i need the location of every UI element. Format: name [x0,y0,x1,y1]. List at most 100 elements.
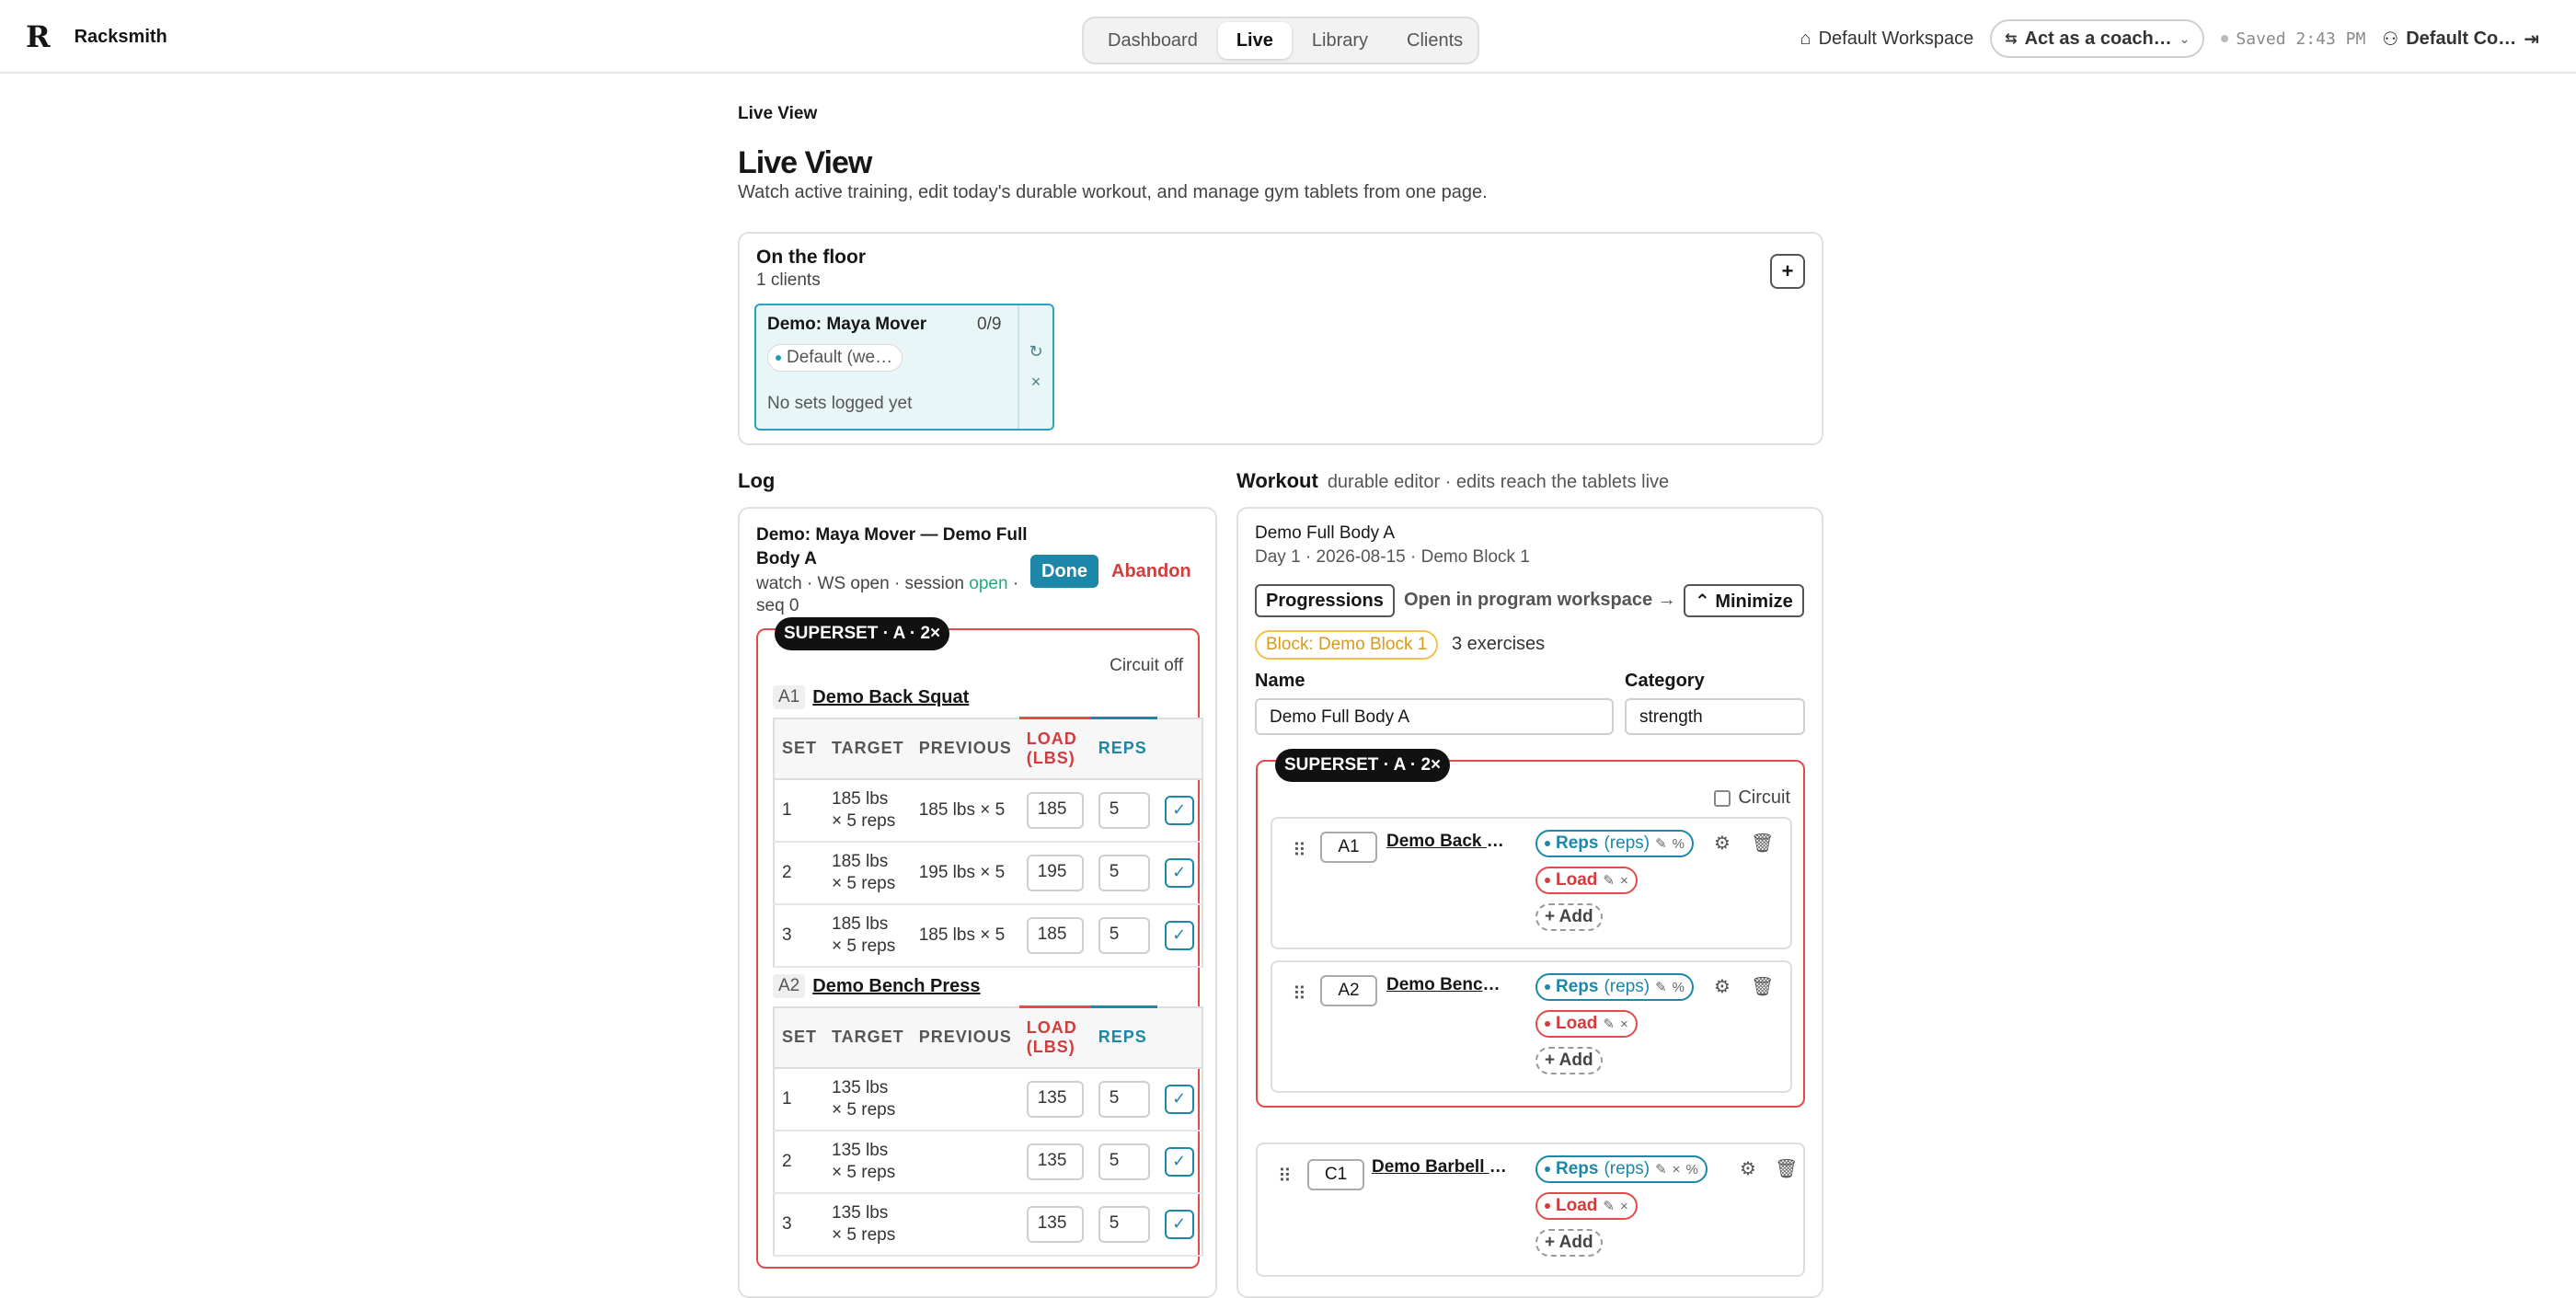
abandon-button[interactable]: Abandon [1111,561,1191,582]
tab-library[interactable]: Library [1294,22,1386,59]
exercise-name-link[interactable]: Demo Back S… [1386,832,1510,852]
target-reps: × 5 reps [832,1099,896,1120]
reps-input[interactable]: 5 [1098,916,1150,954]
exercise-name-link[interactable]: Demo Barbell R… [1372,1157,1519,1177]
done-button[interactable]: Done [1030,555,1098,588]
exercise-name-link[interactable]: Demo Bench … [1386,975,1510,995]
circuit-status: Circuit off [1110,656,1183,675]
edit-icon[interactable]: ✎ [1655,1161,1667,1177]
reps-input[interactable]: 5 [1098,791,1150,829]
logout-icon[interactable]: ⇥ [2524,28,2539,51]
superset-badge: SUPERSET · A · 2× [775,617,950,650]
trash-icon[interactable]: 🗑 [1775,1157,1798,1180]
set-number: 3 [774,903,825,968]
brand-logo: R [26,19,51,54]
refresh-icon[interactable]: ↻ [1029,342,1042,362]
exercise-count: 3 exercises [1452,634,1546,654]
chevron-down-icon: ⌄ [2179,30,2191,46]
load-input[interactable]: 185 [1026,791,1084,829]
edit-icon[interactable]: ✎ [1655,835,1667,852]
coach-select[interactable]: ⇆ Act as a coach… ⌄ [1990,19,2205,58]
load-input[interactable]: 135 [1026,1080,1084,1118]
remove-icon[interactable]: × [1620,873,1628,889]
edit-icon[interactable]: ✎ [1603,1016,1615,1032]
reps-input[interactable]: 5 [1098,854,1150,891]
floor-count: 1 clients [756,270,821,290]
progressions-button[interactable]: Progressions [1255,584,1395,617]
load-input[interactable]: 195 [1026,854,1084,891]
add-metric-button[interactable]: + Add [1535,1047,1603,1074]
percent-icon[interactable]: % [1673,980,1685,995]
settings-icon[interactable]: ⚙ [1714,832,1731,855]
check-icon[interactable]: ✓ [1164,857,1194,888]
close-icon[interactable]: × [1031,373,1041,392]
brand[interactable]: R Racksmith [26,22,167,52]
open-program-link[interactable]: Open in program workspace → [1404,590,1676,611]
edit-icon[interactable]: ✎ [1603,872,1615,889]
percent-icon[interactable]: % [1685,1162,1697,1177]
breadcrumb[interactable]: Live View [738,104,817,124]
slot-input[interactable]: A2 [1320,975,1377,1006]
slot-input[interactable]: A1 [1320,832,1377,863]
plus-icon: + [1781,259,1794,282]
check-icon[interactable]: ✓ [1164,920,1194,950]
col-load: LOAD (LBS) [1018,717,1091,780]
drag-handle-icon[interactable]: ⠿ [1293,839,1306,862]
chip-label: Load [1556,870,1598,890]
add-metric-button[interactable]: + Add [1535,903,1603,931]
tab-clients[interactable]: Clients [1388,22,1481,59]
trash-icon[interactable]: 🗑 [1751,975,1774,998]
reps-input[interactable]: 5 [1098,1143,1150,1180]
reps-chip[interactable]: Reps (reps) ✎% [1535,973,1695,1001]
name-field[interactable]: Demo Full Body A [1255,698,1614,735]
load-input[interactable]: 135 [1026,1205,1084,1243]
load-input[interactable]: 135 [1026,1143,1084,1180]
drag-handle-icon[interactable]: ⠿ [1293,982,1306,1005]
reps-input[interactable]: 5 [1098,1205,1150,1243]
client-name: Demo: Maya Mover [767,315,927,334]
percent-icon[interactable]: % [1673,836,1685,852]
exercise-link[interactable]: Demo Back Squat [812,687,969,708]
user-menu[interactable]: ⚇ Default Co… ⇥ [2382,28,2539,51]
reps-input[interactable]: 5 [1098,1080,1150,1118]
category-field[interactable]: strength [1625,698,1805,735]
settings-icon[interactable]: ⚙ [1714,975,1731,998]
workspace-link[interactable]: ⌂ Default Workspace [1800,29,1974,50]
chip-label: Load [1556,1014,1598,1033]
circuit-toggle[interactable]: Circuit [1714,787,1790,809]
tab-live[interactable]: Live [1217,22,1292,59]
reps-chip[interactable]: Reps (reps) ✎ ×% [1535,1155,1708,1183]
remove-icon[interactable]: × [1673,1162,1681,1177]
settings-icon[interactable]: ⚙ [1740,1157,1756,1180]
workout-title: Demo Full Body A [1255,523,1396,543]
check-icon[interactable]: ✓ [1164,1146,1194,1177]
edit-icon[interactable]: ✎ [1655,979,1667,995]
client-card[interactable]: Demo: Maya Mover 0/9 Default (we… No set… [754,304,1054,431]
check-icon[interactable]: ✓ [1164,1209,1194,1239]
chip-unit: (reps) [1604,977,1650,996]
superset-badge: SUPERSET · A · 2× [1275,749,1451,782]
check-icon[interactable]: ✓ [1164,795,1194,825]
check-icon[interactable]: ✓ [1164,1084,1194,1114]
remove-icon[interactable]: × [1620,1199,1628,1214]
log-heading: Log [738,469,776,492]
trash-icon[interactable]: 🗑 [1751,832,1774,855]
tab-dashboard[interactable]: Dashboard [1089,22,1216,59]
minimize-button[interactable]: ⌃ Minimize [1684,584,1804,617]
circuit-checkbox[interactable] [1714,789,1731,807]
edit-icon[interactable]: ✎ [1603,1198,1615,1214]
slot-input[interactable]: C1 [1307,1159,1364,1190]
chip-label: Reps [1556,1159,1599,1178]
reps-chip[interactable]: Reps (reps) ✎% [1535,830,1695,857]
remove-icon[interactable]: × [1620,1017,1628,1032]
chip-label: Reps [1556,833,1599,853]
load-chip[interactable]: Load ✎ × [1535,1192,1638,1220]
drag-handle-icon[interactable]: ⠿ [1278,1165,1292,1188]
exercise-number: A1 [773,685,806,709]
load-chip[interactable]: Load ✎ × [1535,1010,1638,1038]
load-chip[interactable]: Load ✎ × [1535,867,1638,894]
exercise-link[interactable]: Demo Bench Press [812,976,980,997]
load-input[interactable]: 185 [1026,916,1084,954]
add-client-button[interactable]: + [1770,254,1805,289]
add-metric-button[interactable]: + Add [1535,1229,1603,1257]
